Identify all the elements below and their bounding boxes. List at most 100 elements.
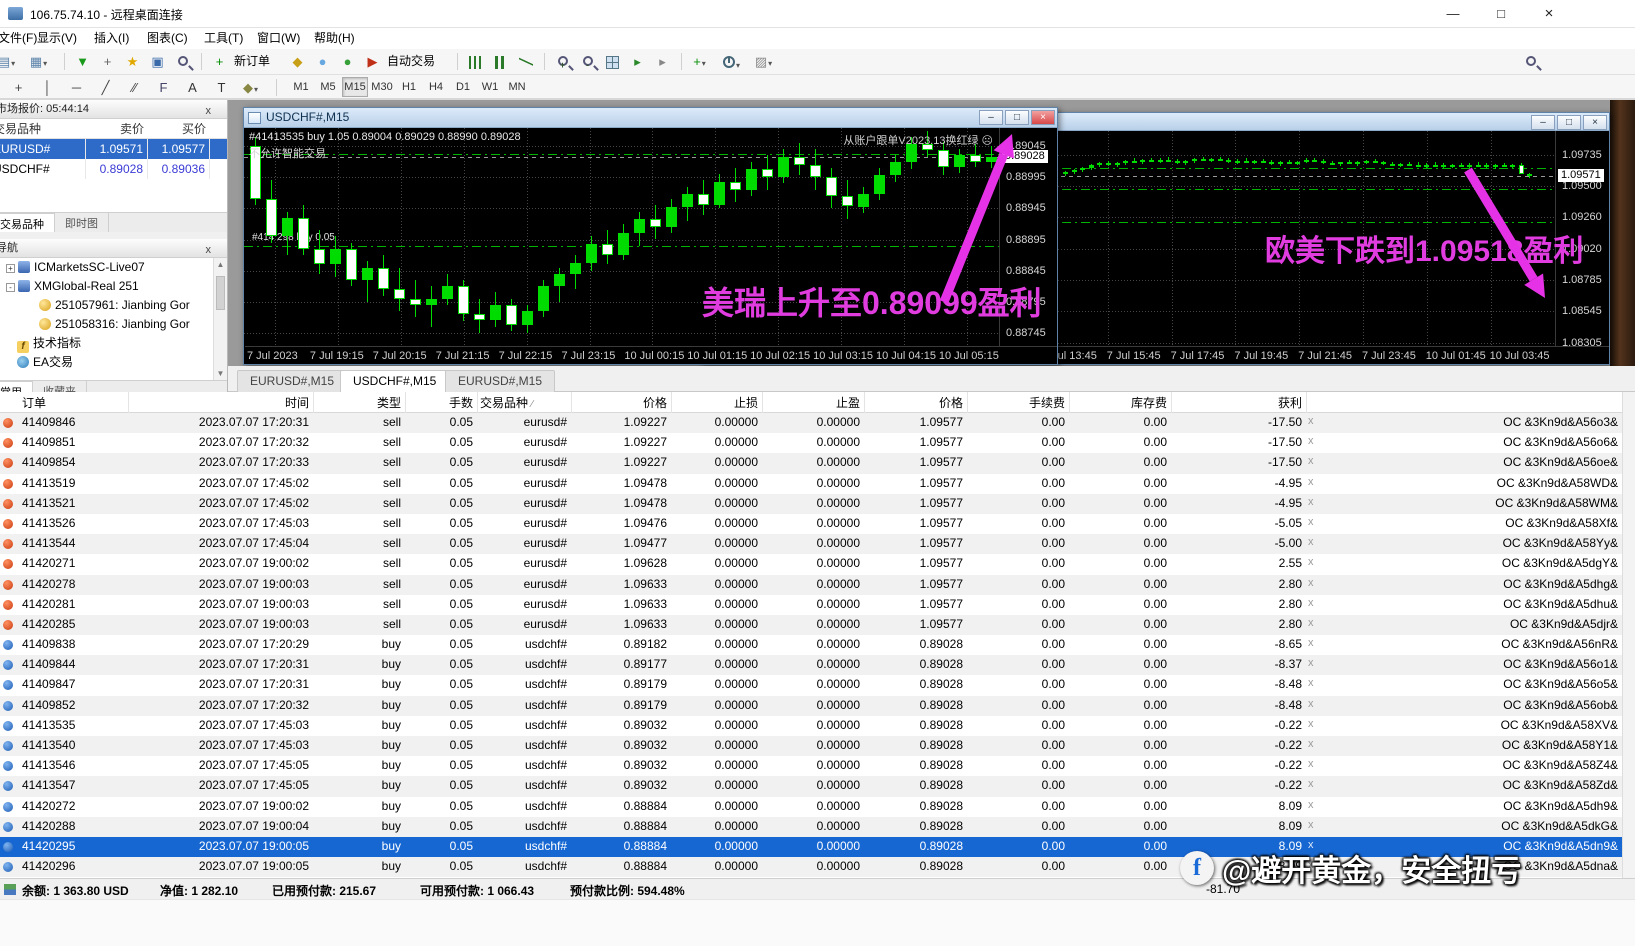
periods-icon[interactable]: ▾ (721, 51, 742, 72)
mw-col-bid[interactable]: 卖价 (86, 119, 148, 138)
autotrading-button-label[interactable]: 自动交易 (387, 51, 435, 72)
fibonacci-icon[interactable]: F (153, 77, 174, 98)
close-order-icon[interactable]: x (1308, 577, 1314, 589)
tree-expander-icon[interactable]: - (6, 283, 15, 292)
mw-col-symbol[interactable]: 交易品种 (0, 119, 86, 138)
equidistant-channel-icon[interactable]: ⁄⁄ (124, 77, 145, 98)
navigator-item[interactable]: EA交易 (0, 353, 227, 372)
line-chart-icon[interactable] (515, 51, 536, 72)
market-watch-close-icon[interactable]: x (206, 102, 212, 120)
table-row[interactable]: 41413544 2023.07.07 17:45:04 sell 0.05 eurus… (0, 534, 1635, 555)
col-header-sl[interactable]: 止损 (734, 394, 758, 411)
timeframe-m5[interactable]: M5 (315, 77, 341, 97)
close-order-icon[interactable]: x (1308, 476, 1314, 488)
col-header-commission[interactable]: 手续费 (1029, 394, 1065, 411)
rdp-close-button[interactable]: × (1526, 0, 1572, 27)
mw-col-ask[interactable]: 买价 (148, 119, 210, 138)
menu-tools[interactable]: 工具(T) (200, 28, 247, 49)
col-header-open-price[interactable]: 价格 (643, 394, 667, 411)
navigator-item[interactable]: f 技术指标 (0, 334, 227, 353)
table-row[interactable]: 41420281 2023.07.07 19:00:03 sell 0.05 eurus… (0, 595, 1635, 615)
close-order-icon[interactable]: x (1308, 556, 1314, 568)
horizontal-line-icon[interactable]: ─ (66, 77, 87, 98)
trendline-icon[interactable]: ╱ (95, 77, 116, 98)
text-label-icon[interactable]: T (211, 77, 232, 98)
close-order-icon[interactable]: x (1308, 778, 1314, 790)
chart-window-titlebar[interactable]: USDCHF#,M15 – □ × (244, 108, 1057, 128)
navigator-close-icon[interactable]: x (206, 241, 212, 259)
close-order-icon[interactable]: x (1308, 677, 1314, 689)
market-watch-icon[interactable]: ▼ (72, 51, 93, 72)
rdp-maximize-button[interactable]: □ (1478, 0, 1524, 27)
window-restore-button[interactable]: □ (1557, 115, 1581, 130)
table-row[interactable]: 41413526 2023.07.07 17:45:03 sell 0.05 eurus… (0, 514, 1635, 534)
close-order-icon[interactable]: x (1308, 799, 1314, 811)
col-header-order[interactable]: 订单 (22, 394, 46, 411)
navigator-item[interactable]: + ICMarketsSC-Live07 (0, 258, 227, 277)
zoom-in-icon[interactable]: + (552, 51, 573, 72)
table-row[interactable]: 41409847 2023.07.07 17:20:31 buy 0.05 usdchf… (0, 675, 1635, 695)
window-minimize-button[interactable]: – (1531, 115, 1555, 130)
close-order-icon[interactable]: x (1308, 657, 1314, 669)
menu-view[interactable]: 显示(V) (33, 28, 81, 49)
market-watch-row-eurusd[interactable]: EURUSD#1.095711.09577 (0, 139, 227, 159)
table-row[interactable]: 41420271 2023.07.07 19:00:02 sell 0.05 eurus… (0, 554, 1635, 574)
close-order-icon[interactable]: x (1308, 516, 1314, 528)
timeframe-w1[interactable]: W1 (477, 77, 503, 97)
chart-tab-2[interactable]: EURUSD#,M15 (445, 370, 556, 392)
crosshair-icon[interactable]: + (8, 77, 29, 98)
col-header-symbol[interactable]: 交易品种 ∕ (480, 394, 533, 411)
col-header-type[interactable]: 类型 (377, 394, 401, 411)
window-close-button[interactable]: × (1031, 110, 1055, 125)
terminal-icon[interactable]: ▣ (147, 51, 168, 72)
arrows-icon[interactable]: ◆▾ (240, 77, 261, 98)
metaeditor-icon[interactable]: ◆ (287, 51, 308, 72)
tile-windows-icon[interactable] (602, 51, 623, 72)
auto-scroll-icon[interactable]: ▸ (627, 51, 648, 72)
table-row[interactable]: 41420285 2023.07.07 19:00:03 sell 0.05 eurus… (0, 614, 1635, 636)
close-order-icon[interactable]: x (1308, 698, 1314, 710)
chart-tab-0[interactable]: EURUSD#,M15 (237, 370, 348, 392)
close-order-icon[interactable]: x (1308, 738, 1314, 750)
window-minimize-button[interactable]: – (979, 110, 1003, 125)
close-order-icon[interactable]: x (1308, 496, 1314, 508)
table-row[interactable]: 41409846 2023.07.07 17:20:31 sell 0.05 eurus… (0, 413, 1635, 434)
table-row[interactable]: 41413521 2023.07.07 17:45:02 sell 0.05 eurus… (0, 493, 1635, 514)
menu-help[interactable]: 帮助(H) (310, 28, 359, 49)
col-header-time[interactable]: 时间 (285, 394, 309, 411)
menu-insert[interactable]: 插入(I) (90, 28, 133, 49)
signals-icon[interactable]: ● (337, 51, 358, 72)
indicators-list-icon[interactable]: +▾ (689, 51, 710, 72)
col-header-tp[interactable]: 止盈 (836, 394, 860, 411)
table-row[interactable]: 41420278 2023.07.07 19:00:03 sell 0.05 eurus… (0, 574, 1635, 595)
zoom-out-icon[interactable]: - (577, 51, 598, 72)
timeframe-h1[interactable]: H1 (396, 77, 422, 97)
navigator-scrollbar[interactable]: ▲ ▼ (213, 258, 227, 380)
close-order-icon[interactable]: x (1308, 415, 1314, 427)
new-order-icon[interactable]: + (209, 51, 230, 72)
close-order-icon[interactable]: x (1308, 455, 1314, 467)
templates-icon[interactable]: ▨▾ (753, 51, 774, 72)
data-window-icon[interactable]: + (97, 51, 118, 72)
table-row[interactable]: 41420272 2023.07.07 19:00:02 buy 0.05 usdchf… (0, 797, 1635, 817)
vertical-line-icon[interactable]: │ (37, 77, 58, 98)
close-order-icon[interactable]: x (1308, 435, 1314, 447)
col-header-profit[interactable]: 获利 (1278, 394, 1302, 411)
chart-tab-1[interactable]: USDCHF#,M15 (340, 370, 450, 393)
table-row[interactable]: 41409854 2023.07.07 17:20:33 sell 0.05 eurus… (0, 453, 1635, 474)
close-order-icon[interactable]: x (1308, 617, 1314, 629)
market-watch-row-usdchf[interactable]: USDCHF#0.890280.89036 (0, 159, 227, 179)
window-close-button[interactable]: × (1583, 115, 1607, 130)
table-row[interactable]: 41413540 2023.07.07 17:45:03 buy 0.05 usdchf… (0, 736, 1635, 757)
tab-symbols[interactable]: 交易品种 (0, 213, 55, 232)
navigator-item[interactable]: - XMGlobal-Real 251 (0, 277, 227, 296)
close-order-icon[interactable]: x (1308, 536, 1314, 548)
strategy-tester-icon[interactable] (172, 51, 193, 72)
chart-window-usdchf[interactable]: USDCHF#,M15 – □ × #414 298 buy 0.05 #41413535… (243, 107, 1058, 365)
close-order-icon[interactable]: x (1308, 597, 1314, 609)
col-header-price[interactable]: 价格 (939, 394, 963, 411)
tree-expander-icon[interactable]: + (6, 264, 15, 273)
new-order-button-label[interactable]: 新订单 (234, 51, 270, 72)
table-row[interactable]: 41413519 2023.07.07 17:45:02 sell 0.05 eurus… (0, 474, 1635, 494)
navigator-icon[interactable]: ★ (122, 51, 143, 72)
